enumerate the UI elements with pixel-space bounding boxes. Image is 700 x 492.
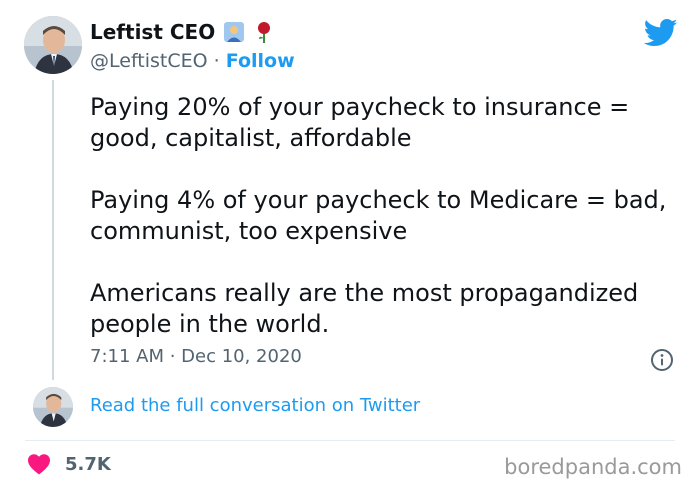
- tweet-paragraph: Americans really are the most propagandi…: [90, 279, 639, 338]
- divider: [25, 440, 675, 441]
- author-avatar[interactable]: [24, 16, 82, 74]
- twitter-bird-icon[interactable]: [644, 18, 678, 48]
- tweet-paragraph: Paying 4% of your paycheck to Medicare =…: [90, 186, 667, 245]
- author-handle[interactable]: @LeftistCEO: [90, 50, 208, 72]
- office-worker-emoji: [223, 21, 245, 43]
- author-avatar-small[interactable]: [33, 387, 73, 427]
- tweet-text: Paying 20% of your paycheck to insurance…: [90, 92, 680, 340]
- author-display-name[interactable]: Leftist CEO: [90, 20, 215, 44]
- info-icon[interactable]: [650, 348, 674, 372]
- boredpanda-watermark: boredpanda.com: [504, 455, 682, 479]
- author-handle-row: @LeftistCEO · Follow: [90, 50, 295, 72]
- tweet-paragraph: Paying 20% of your paycheck to insurance…: [90, 93, 630, 152]
- handle-separator: ·: [207, 50, 226, 72]
- like-count: 5.7K: [65, 453, 111, 475]
- author-name-row: Leftist CEO: [90, 20, 275, 44]
- follow-button[interactable]: Follow: [226, 50, 295, 72]
- thread-line: [52, 80, 54, 380]
- tweet-timestamp[interactable]: 7:11 AM · Dec 10, 2020: [90, 346, 302, 367]
- like-button[interactable]: 5.7K: [27, 453, 111, 475]
- heart-icon[interactable]: [27, 453, 51, 475]
- read-conversation-link[interactable]: Read the full conversation on Twitter: [90, 395, 420, 416]
- rose-emoji: [253, 21, 275, 43]
